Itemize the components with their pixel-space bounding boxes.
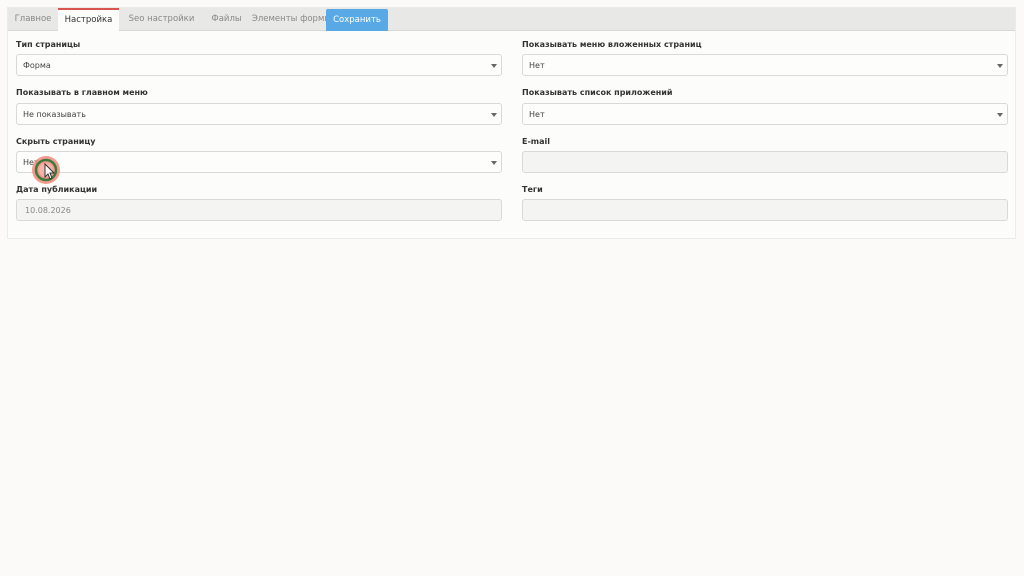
pub-date-label: Дата публикации	[16, 185, 98, 194]
chevron-down-icon	[491, 64, 497, 68]
chevron-down-icon	[491, 113, 497, 117]
tab-bar: Главное Настройка Seo настройки Файлы Эл…	[8, 8, 1015, 31]
tags-field[interactable]	[522, 199, 1008, 221]
hide-page-select[interactable]: Нет	[16, 151, 502, 173]
save-button[interactable]: Сохранить	[326, 9, 388, 31]
show-app-list-select[interactable]: Нет	[522, 103, 1008, 125]
pub-date-value: 10.08.2026	[25, 206, 71, 215]
show-main-menu-label: Показывать в главном меню	[16, 88, 148, 97]
show-nested-menu-value: Нет	[529, 61, 545, 70]
tags-label: Теги	[522, 185, 543, 194]
tab-seo-settings[interactable]: Seo настройки	[119, 8, 204, 31]
show-app-list-value: Нет	[529, 110, 545, 119]
show-nested-menu-select[interactable]: Нет	[522, 54, 1008, 76]
tab-settings[interactable]: Настройка	[58, 8, 119, 31]
show-nested-menu-label: Показывать меню вложенных страниц	[522, 40, 702, 49]
tab-files[interactable]: Файлы	[204, 8, 249, 31]
page-type-value: Форма	[23, 61, 51, 70]
page-type-select[interactable]: Форма	[16, 54, 502, 76]
mouse-cursor-icon	[32, 156, 60, 184]
tab-form-elements[interactable]: Элементы формы	[249, 8, 334, 31]
hide-page-label: Скрыть страницу	[16, 137, 96, 146]
show-app-list-label: Показывать список приложений	[522, 88, 673, 97]
chevron-down-icon	[997, 64, 1003, 68]
tab-main[interactable]: Главное	[8, 8, 58, 31]
show-main-menu-select[interactable]: Не показывать	[16, 103, 502, 125]
page-type-label: Тип страницы	[16, 40, 81, 49]
chevron-down-icon	[997, 113, 1003, 117]
email-label: E-mail	[522, 137, 551, 146]
chevron-down-icon	[491, 161, 497, 165]
show-main-menu-value: Не показывать	[23, 110, 86, 119]
email-field[interactable]	[522, 151, 1008, 173]
pub-date-field[interactable]: 10.08.2026	[16, 199, 502, 221]
